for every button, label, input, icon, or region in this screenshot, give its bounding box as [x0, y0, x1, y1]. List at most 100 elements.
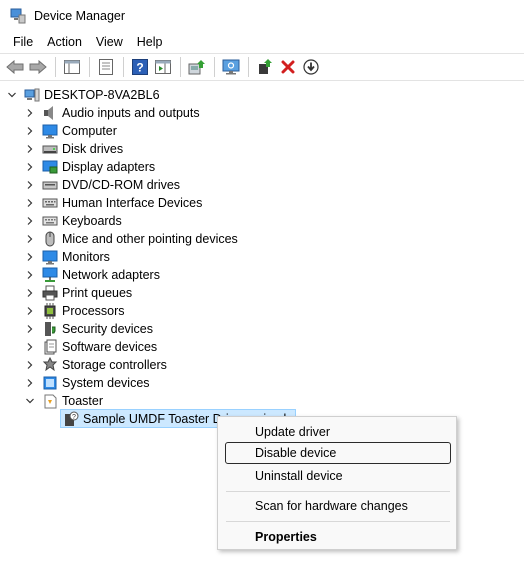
tree-item-keyboards[interactable]: Keyboards [24, 212, 122, 230]
tree-item-display-adapters[interactable]: Display adapters [24, 158, 155, 176]
speaker-icon [42, 105, 58, 121]
disable-device-icon[interactable] [300, 56, 322, 78]
tree-item-disk-drives[interactable]: Disk drives [24, 140, 123, 158]
chevron-right-icon[interactable] [24, 233, 36, 245]
chevron-right-icon[interactable] [24, 341, 36, 353]
menu-item-properties[interactable]: Properties [225, 526, 451, 548]
properties-icon[interactable] [95, 56, 117, 78]
tree-item-dvd-cd-rom-drives[interactable]: DVD/CD-ROM drives [24, 176, 180, 194]
tree-item-label: Display adapters [62, 160, 156, 174]
context-menu: Update driver Disable device Uninstall d… [217, 416, 457, 550]
chevron-right-icon[interactable] [24, 143, 36, 155]
chevron-right-icon[interactable] [24, 359, 36, 371]
device-manager-icon [10, 8, 26, 24]
tree-item-audio-inputs-and-outputs[interactable]: Audio inputs and outputs [24, 104, 200, 122]
chevron-right-icon[interactable] [24, 125, 36, 137]
tree-item-security-devices[interactable]: Security devices [24, 320, 153, 338]
tree-item-toaster[interactable]: Toaster [24, 392, 103, 410]
menu-help[interactable]: Help [130, 32, 170, 52]
menu-view[interactable]: View [89, 32, 130, 52]
tree-item-human-interface-devices[interactable]: Human Interface Devices [24, 194, 202, 212]
svg-text:?: ? [72, 414, 76, 421]
tree-item-processors[interactable]: Processors [24, 302, 125, 320]
tree-item-monitors[interactable]: Monitors [24, 248, 110, 266]
chevron-right-icon[interactable] [24, 197, 36, 209]
menu-item-uninstall-device[interactable]: Uninstall device [225, 465, 451, 487]
window-title: Device Manager [34, 9, 126, 23]
tree-item-label: Audio inputs and outputs [62, 106, 200, 120]
menu-file[interactable]: File [6, 32, 40, 52]
chevron-right-icon[interactable] [24, 269, 36, 281]
processor-icon [42, 303, 58, 319]
scan-hardware-icon[interactable] [220, 56, 242, 78]
system-devices-icon [42, 375, 58, 391]
tree-item-label: Disk drives [62, 142, 124, 156]
menu-action[interactable]: Action [40, 32, 89, 52]
chevron-right-icon[interactable] [24, 287, 36, 299]
update-driver-icon[interactable] [186, 56, 208, 78]
dvd-drive-icon [42, 177, 58, 193]
disk-drive-icon [42, 141, 58, 157]
tree-root[interactable]: DESKTOP-8VA2BL6 [6, 86, 160, 104]
chevron-right-icon[interactable] [24, 107, 36, 119]
tree-item-label: Monitors [62, 250, 110, 264]
toolbar-separator [214, 57, 215, 77]
storage-controller-icon [42, 357, 58, 373]
menu-item-update-driver[interactable]: Update driver [225, 421, 451, 443]
hid-icon [42, 195, 58, 211]
tree-item-label: Storage controllers [62, 358, 167, 372]
back-arrow-icon[interactable] [4, 56, 26, 78]
tree-item-label: Processors [62, 304, 125, 318]
tree-item-software-devices[interactable]: Software devices [24, 338, 157, 356]
chevron-right-icon[interactable] [24, 161, 36, 173]
menu-bar: File Action View Help [0, 32, 524, 52]
computer-icon [42, 123, 58, 139]
security-device-icon [42, 321, 58, 337]
toolbar-separator [248, 57, 249, 77]
chevron-down-icon[interactable] [6, 89, 18, 101]
forward-arrow-icon[interactable] [27, 56, 49, 78]
uninstall-device-icon[interactable] [277, 56, 299, 78]
tree-item-mice-and-other-pointing-devices[interactable]: Mice and other pointing devices [24, 230, 238, 248]
tree-item-network-adapters[interactable]: Network adapters [24, 266, 160, 284]
toaster-icon [42, 393, 58, 409]
toolbar: ? [0, 53, 524, 81]
tree-item-computer[interactable]: Computer [24, 122, 117, 140]
chevron-right-icon[interactable] [24, 377, 36, 389]
computer-icon [24, 87, 40, 103]
menu-item-scan-for-hardware-changes[interactable]: Scan for hardware changes [225, 495, 451, 517]
tree-item-system-devices[interactable]: System devices [24, 374, 150, 392]
tree-item-label: Toaster [62, 394, 103, 408]
unknown-device-icon: ? [63, 411, 79, 427]
tree-item-storage-controllers[interactable]: Storage controllers [24, 356, 167, 374]
display-adapter-icon [42, 159, 58, 175]
keyboard-icon [42, 213, 58, 229]
chevron-right-icon[interactable] [24, 251, 36, 263]
chevron-right-icon[interactable] [24, 215, 36, 227]
tree-root-label: DESKTOP-8VA2BL6 [44, 88, 160, 102]
action-pane-icon[interactable] [152, 56, 174, 78]
toolbar-separator [89, 57, 90, 77]
mouse-icon [42, 231, 58, 247]
chevron-right-icon[interactable] [24, 323, 36, 335]
tree-item-label: Security devices [62, 322, 154, 336]
menu-separator [226, 491, 450, 492]
chevron-right-icon[interactable] [24, 305, 36, 317]
software-device-icon [42, 339, 58, 355]
monitor-icon [42, 249, 58, 265]
toolbar-separator [123, 57, 124, 77]
tree-item-label: Mice and other pointing devices [62, 232, 238, 246]
toolbar-separator [180, 57, 181, 77]
chevron-right-icon[interactable] [24, 179, 36, 191]
toolbar-separator [55, 57, 56, 77]
help-icon[interactable]: ? [129, 56, 151, 78]
chevron-down-icon[interactable] [24, 395, 36, 407]
tree-item-print-queues[interactable]: Print queues [24, 284, 132, 302]
tree-item-label: DVD/CD-ROM drives [62, 178, 181, 192]
menu-item-disable-device[interactable]: Disable device [225, 442, 451, 464]
tree-item-label: Print queues [62, 286, 133, 300]
tree-item-label: Computer [62, 124, 117, 138]
tree-item-label: System devices [62, 376, 150, 390]
add-legacy-hardware-icon[interactable] [254, 56, 276, 78]
show-hide-console-tree-icon[interactable] [61, 56, 83, 78]
